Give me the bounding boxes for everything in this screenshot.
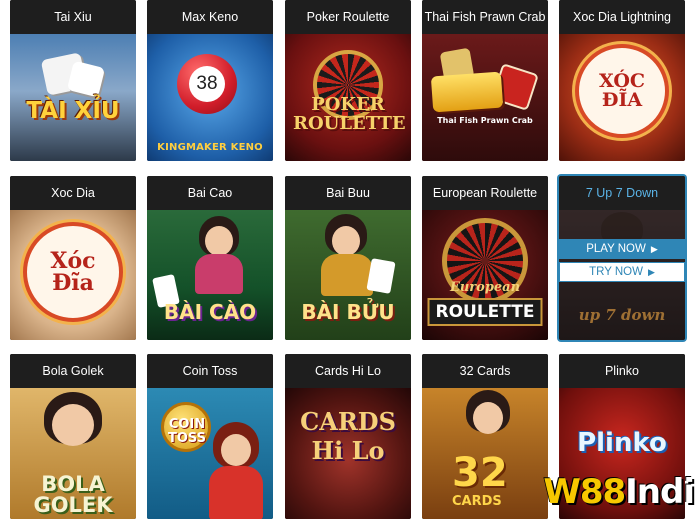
game-thumbnail: TÀI XỈU (10, 34, 136, 161)
character-face (52, 404, 94, 446)
game-thumbnail: CARDS Hi Lo (285, 388, 411, 519)
game-thumbnail: Thai Fish Prawn Crab (422, 34, 548, 161)
game-title: 7 Up 7 Down (559, 176, 685, 210)
keno-ball-number: 38 (196, 73, 218, 94)
character-body (195, 254, 243, 294)
game-logo: BÀI BỬU (301, 300, 395, 324)
brand-watermark: W88Indi (543, 472, 695, 512)
game-tile-7-up-7-down[interactable]: 7 Up 7 Down up 7 down PLAY NOW ▶ TRY NOW… (559, 176, 685, 340)
game-title: Bai Buu (285, 176, 411, 210)
game-thumbnail: BÀI CÀO (147, 210, 273, 340)
game-logo: BOLA GOLEK (33, 472, 113, 517)
game-tile-bai-buu[interactable]: Bai Buu BÀI BỬU (285, 176, 411, 340)
try-now-button[interactable]: TRY NOW ▶ (559, 262, 685, 282)
try-now-label: TRY NOW (589, 266, 643, 278)
play-now-label: PLAY NOW (586, 243, 646, 255)
game-title: Cards Hi Lo (285, 354, 411, 388)
game-tile-xoc-dia[interactable]: Xoc Dia Xóc Đĩa (10, 176, 136, 340)
game-tile-thai-fish-prawn-crab[interactable]: Thai Fish Prawn Crab Thai Fish Prawn Cra… (422, 0, 548, 161)
game-thumbnail: Xóc Đĩa (10, 210, 136, 340)
character-body (321, 254, 373, 296)
play-now-button[interactable]: PLAY NOW ▶ (559, 239, 685, 259)
game-title: 32 Cards (422, 354, 548, 388)
game-thumbnail: BOLA GOLEK (10, 388, 136, 519)
game-tile-tai-xiu[interactable]: Tai Xiu TÀI XỈU (10, 0, 136, 161)
game-tile-bola-golek[interactable]: Bola Golek BOLA GOLEK (10, 354, 136, 519)
game-tile-coin-toss[interactable]: Coin Toss COIN TOSS (147, 354, 273, 519)
game-title: Bai Cao (147, 176, 273, 210)
game-title: European Roulette (422, 176, 548, 210)
dice-icon (66, 60, 106, 98)
game-logo-script: European (449, 280, 521, 295)
game-tile-cards-hi-lo[interactable]: Cards Hi Lo CARDS Hi Lo (285, 354, 411, 519)
game-title: Thai Fish Prawn Crab (422, 0, 548, 34)
game-thumbnail: BÀI BỬU (285, 210, 411, 340)
game-logo-badge: XÓC ĐĨA (575, 44, 669, 138)
game-logo: POKER ROULETTE (293, 94, 406, 134)
game-tile-poker-roulette[interactable]: Poker Roulette POKER ROULETTE (285, 0, 411, 161)
play-arrow-icon: ▶ (647, 266, 655, 277)
character-face (205, 226, 233, 256)
game-thumbnail: 38 KINGMAKER KENO (147, 34, 273, 161)
keno-ball-icon: 38 (177, 54, 237, 114)
game-title: Max Keno (147, 0, 273, 34)
game-grid: Tai Xiu TÀI XỈU Max Keno 38 KINGMAKER KE… (0, 0, 700, 519)
game-thumbnail: COIN TOSS (147, 388, 273, 519)
game-tile-european-roulette[interactable]: European Roulette European ROULETTE (422, 176, 548, 340)
character-face (332, 226, 360, 256)
character-body (209, 466, 263, 519)
game-title: Plinko (559, 354, 685, 388)
game-logo: TÀI XỈU (26, 98, 120, 124)
game-logo: Thai Fish Prawn Crab (437, 116, 533, 125)
game-logo: COIN TOSS (167, 417, 207, 447)
character-face (473, 402, 503, 434)
game-tile-xoc-dia-lightning[interactable]: Xoc Dia Lightning XÓC ĐĨA (559, 0, 685, 161)
game-thumbnail: 32 CARDS (422, 388, 548, 519)
game-title: Coin Toss (147, 354, 273, 388)
game-logo: KINGMAKER KENO (157, 142, 263, 153)
game-logo: BÀI CÀO (163, 300, 257, 324)
game-logo: XÓC ĐĨA (598, 70, 646, 111)
watermark-part-a: W88 (543, 472, 626, 512)
game-logo-sub: CARDS (452, 494, 502, 509)
game-title: Bola Golek (10, 354, 136, 388)
game-title: Xoc Dia (10, 176, 136, 210)
play-arrow-icon: ▶ (650, 243, 658, 254)
game-logo: ROULETTE (427, 298, 543, 326)
game-logo: 32 (452, 450, 508, 496)
game-thumbnail: POKER ROULETTE (285, 34, 411, 161)
game-tile-bai-cao[interactable]: Bai Cao BÀI CÀO (147, 176, 273, 340)
game-logo-badge: Xóc Đĩa (23, 222, 123, 322)
game-logo: CARDS Hi Lo (300, 407, 396, 465)
game-logo: Plinko (577, 428, 667, 458)
game-logo: up 7 down (578, 306, 666, 324)
game-tile-max-keno[interactable]: Max Keno 38 KINGMAKER KENO (147, 0, 273, 161)
playing-cards-icon (366, 258, 396, 294)
thai-script-logo (430, 71, 504, 113)
game-thumbnail: European ROULETTE (422, 210, 548, 340)
watermark-part-b: Indi (625, 472, 695, 512)
game-tile-32-cards[interactable]: 32 Cards 32 CARDS (422, 354, 548, 519)
game-logo: Xóc Đĩa (50, 248, 96, 296)
game-title: Tai Xiu (10, 0, 136, 34)
game-title: Poker Roulette (285, 0, 411, 34)
game-title: Xoc Dia Lightning (559, 0, 685, 34)
character-face (221, 434, 251, 466)
game-thumbnail: XÓC ĐĨA (559, 34, 685, 161)
